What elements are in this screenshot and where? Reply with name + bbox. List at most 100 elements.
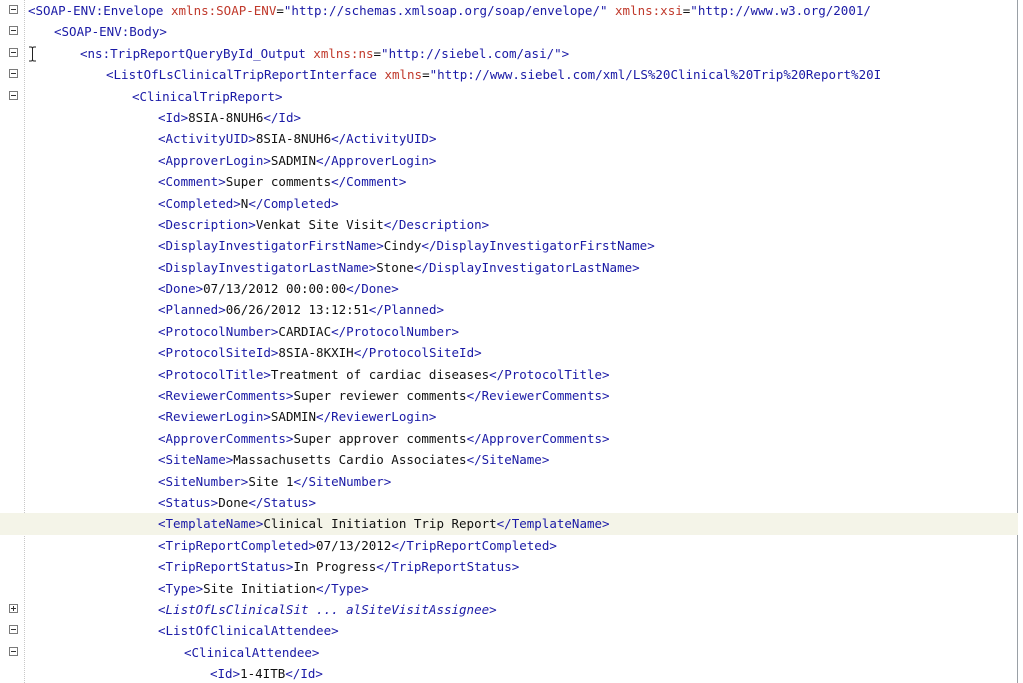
code-line[interactable]: <Status>Done</Status> bbox=[0, 492, 1018, 513]
code-text[interactable]: <Completed>N</Completed> bbox=[158, 193, 1018, 214]
code-line[interactable]: <ListOfLsClinicalSit ... alSiteVisitAssi… bbox=[0, 599, 1018, 620]
code-lines[interactable]: <SOAP-ENV:Envelope xmlns:SOAP-ENV="http:… bbox=[0, 0, 1018, 683]
code-text[interactable]: <ActivityUID>8SIA-8NUH6</ActivityUID> bbox=[158, 128, 1018, 149]
xml-text: Super approver comments bbox=[293, 430, 467, 446]
code-line[interactable]: <Id>1-4ITB</Id> bbox=[0, 663, 1018, 683]
code-text[interactable]: <ProtocolSiteId>8SIA-8KXIH</ProtocolSite… bbox=[158, 342, 1018, 363]
code-text[interactable]: <SiteNumber>Site 1</SiteNumber> bbox=[158, 471, 1018, 492]
code-text[interactable]: <Status>Done</Status> bbox=[158, 492, 1018, 513]
code-line[interactable]: <Completed>N</Completed> bbox=[0, 193, 1018, 214]
xml-tag: <DisplayInvestigatorLastName> bbox=[158, 259, 377, 275]
xml-text: = bbox=[422, 67, 430, 83]
code-line[interactable]: <SiteName>Massachusetts Cardio Associate… bbox=[0, 449, 1018, 470]
code-text[interactable]: <ClinicalTripReport> bbox=[132, 86, 1018, 107]
code-text[interactable]: <ProtocolTitle>Treatment of cardiac dise… bbox=[158, 364, 1018, 385]
code-line[interactable]: <ProtocolTitle>Treatment of cardiac dise… bbox=[0, 364, 1018, 385]
code-line[interactable]: <Planned>06/26/2012 13:12:51</Planned> bbox=[0, 299, 1018, 320]
code-line[interactable]: <Comment>Super comments</Comment> bbox=[0, 171, 1018, 192]
xml-tag: <TemplateName> bbox=[158, 516, 264, 532]
xml-tag: </Id> bbox=[285, 666, 323, 682]
code-text[interactable]: <DisplayInvestigatorFirstName>Cindy</Dis… bbox=[158, 235, 1018, 256]
collapse-node-icon[interactable] bbox=[9, 26, 18, 36]
xml-tag: </DisplayInvestigatorLastName> bbox=[413, 259, 640, 275]
code-text[interactable]: <SOAP-ENV:Body> bbox=[54, 21, 1018, 42]
xml-editor[interactable]: <SOAP-ENV:Envelope xmlns:SOAP-ENV="http:… bbox=[0, 0, 1023, 683]
xml-tag: <SOAP-ENV:Envelope bbox=[28, 3, 171, 18]
code-line[interactable]: <Id>8SIA-8NUH6</Id> bbox=[0, 107, 1018, 128]
xml-text: Clinical Initiation Trip Report bbox=[263, 516, 497, 532]
code-line[interactable]: <Type>Site Initiation</Type> bbox=[0, 578, 1018, 599]
collapse-node-icon[interactable] bbox=[9, 90, 18, 100]
code-line[interactable]: <ListOfClinicalAttendee> bbox=[0, 620, 1018, 641]
xml-text: Site 1 bbox=[248, 473, 294, 489]
xml-tag: <ListOfLsClinicalTripReportInterface bbox=[106, 67, 385, 83]
xml-tag: </SiteNumber> bbox=[293, 473, 392, 489]
xml-tag: <ReviewerComments> bbox=[158, 388, 294, 404]
expand-node-icon[interactable] bbox=[9, 603, 18, 613]
code-text[interactable]: <Done>07/13/2012 00:00:00</Done> bbox=[158, 278, 1018, 299]
code-line[interactable]: <ActivityUID>8SIA-8NUH6</ActivityUID> bbox=[0, 128, 1018, 149]
xml-tag: </Type> bbox=[316, 580, 369, 596]
code-text[interactable]: <ReviewerLogin>SADMIN</ReviewerLogin> bbox=[158, 406, 1018, 427]
code-text[interactable]: <Comment>Super comments</Comment> bbox=[158, 171, 1018, 192]
code-line[interactable]: <DisplayInvestigatorFirstName>Cindy</Dis… bbox=[0, 235, 1018, 256]
code-line[interactable]: <Done>07/13/2012 00:00:00</Done> bbox=[0, 278, 1018, 299]
collapse-node-icon[interactable] bbox=[9, 47, 18, 57]
code-text[interactable]: <SiteName>Massachusetts Cardio Associate… bbox=[158, 449, 1018, 470]
code-text[interactable]: <Id>1-4ITB</Id> bbox=[210, 663, 1018, 683]
xml-text: 06/26/2012 13:12:51 bbox=[225, 302, 369, 318]
code-line[interactable]: <ProtocolNumber>CARDIAC</ProtocolNumber> bbox=[0, 321, 1018, 342]
code-text[interactable]: <ApproverLogin>SADMIN</ApproverLogin> bbox=[158, 150, 1018, 171]
collapse-node-icon[interactable] bbox=[9, 5, 18, 14]
xml-tag: </Status> bbox=[248, 494, 317, 510]
code-text[interactable]: <ListOfClinicalAttendee> bbox=[158, 620, 1018, 641]
code-line[interactable]: <TripReportCompleted>07/13/2012</TripRep… bbox=[0, 535, 1018, 556]
code-line[interactable]: <ns:TripReportQueryById_Output xmlns:ns=… bbox=[0, 43, 1018, 64]
code-text[interactable]: <ClinicalAttendee> bbox=[184, 642, 1018, 663]
code-line[interactable]: <TripReportStatus>In Progress</TripRepor… bbox=[0, 556, 1018, 577]
code-text[interactable]: <ProtocolNumber>CARDIAC</ProtocolNumber> bbox=[158, 321, 1018, 342]
xml-tag: <SOAP-ENV:Body> bbox=[54, 24, 167, 40]
code-line[interactable]: <TemplateName>Clinical Initiation Trip R… bbox=[0, 513, 1018, 535]
code-text[interactable]: <ListOfLsClinicalTripReportInterface xml… bbox=[106, 64, 1018, 85]
code-text[interactable]: <DisplayInvestigatorLastName>Stone</Disp… bbox=[158, 257, 1018, 278]
code-line[interactable]: <ClinicalAttendee> bbox=[0, 642, 1018, 663]
code-text[interactable]: <TripReportStatus>In Progress</TripRepor… bbox=[158, 556, 1018, 577]
xml-text: 1-4ITB bbox=[240, 666, 286, 682]
code-line[interactable]: <SOAP-ENV:Envelope xmlns:SOAP-ENV="http:… bbox=[0, 0, 1018, 21]
xml-tag: <ClinicalAttendee> bbox=[184, 644, 320, 660]
xml-text: Massachusetts Cardio Associates bbox=[233, 452, 467, 468]
collapse-node-icon[interactable] bbox=[9, 69, 18, 79]
xml-tag: </Comment> bbox=[331, 174, 407, 190]
xml-tag: <SiteName> bbox=[158, 452, 234, 468]
code-line[interactable]: <SOAP-ENV:Body> bbox=[0, 21, 1018, 42]
xml-tag: <ApproverLogin> bbox=[158, 152, 271, 168]
collapse-node-icon[interactable] bbox=[9, 625, 18, 635]
code-text[interactable]: <Type>Site Initiation</Type> bbox=[158, 578, 1018, 599]
code-line[interactable]: <DisplayInvestigatorLastName>Stone</Disp… bbox=[0, 257, 1018, 278]
code-text[interactable]: <TemplateName>Clinical Initiation Trip R… bbox=[158, 513, 1018, 534]
code-text[interactable]: <TripReportCompleted>07/13/2012</TripRep… bbox=[158, 535, 1018, 556]
code-line[interactable]: <SiteNumber>Site 1</SiteNumber> bbox=[0, 471, 1018, 492]
code-line[interactable]: <ReviewerComments>Super reviewer comment… bbox=[0, 385, 1018, 406]
code-line[interactable]: <ApproverLogin>SADMIN</ApproverLogin> bbox=[0, 150, 1018, 171]
code-text[interactable]: <ReviewerComments>Super reviewer comment… bbox=[158, 385, 1018, 406]
code-text[interactable]: <ApproverComments>Super approver comment… bbox=[158, 428, 1018, 449]
xml-tag: <ActivityUID> bbox=[158, 131, 256, 147]
code-line[interactable]: <ReviewerLogin>SADMIN</ReviewerLogin> bbox=[0, 406, 1018, 427]
code-line[interactable]: <ProtocolSiteId>8SIA-8KXIH</ProtocolSite… bbox=[0, 342, 1018, 363]
code-text[interactable]: <Id>8SIA-8NUH6</Id> bbox=[158, 107, 1018, 128]
code-text[interactable]: <Planned>06/26/2012 13:12:51</Planned> bbox=[158, 299, 1018, 320]
xml-tag: <Comment> bbox=[158, 174, 226, 190]
code-line[interactable]: <Description>Venkat Site Visit</Descript… bbox=[0, 214, 1018, 235]
xml-text: Done bbox=[218, 494, 249, 510]
code-line[interactable]: <ClinicalTripReport> bbox=[0, 86, 1018, 107]
code-line[interactable]: <ListOfLsClinicalTripReportInterface xml… bbox=[0, 64, 1018, 85]
xml-tag: <Description> bbox=[158, 216, 256, 232]
code-text[interactable]: <ns:TripReportQueryById_Output xmlns:ns=… bbox=[80, 43, 1018, 64]
code-text[interactable]: <ListOfLsClinicalSit ... alSiteVisitAssi… bbox=[158, 599, 1018, 620]
collapse-node-icon[interactable] bbox=[9, 646, 18, 656]
code-text[interactable]: <SOAP-ENV:Envelope xmlns:SOAP-ENV="http:… bbox=[28, 0, 1018, 21]
code-line[interactable]: <ApproverComments>Super approver comment… bbox=[0, 428, 1018, 449]
code-text[interactable]: <Description>Venkat Site Visit</Descript… bbox=[158, 214, 1018, 235]
